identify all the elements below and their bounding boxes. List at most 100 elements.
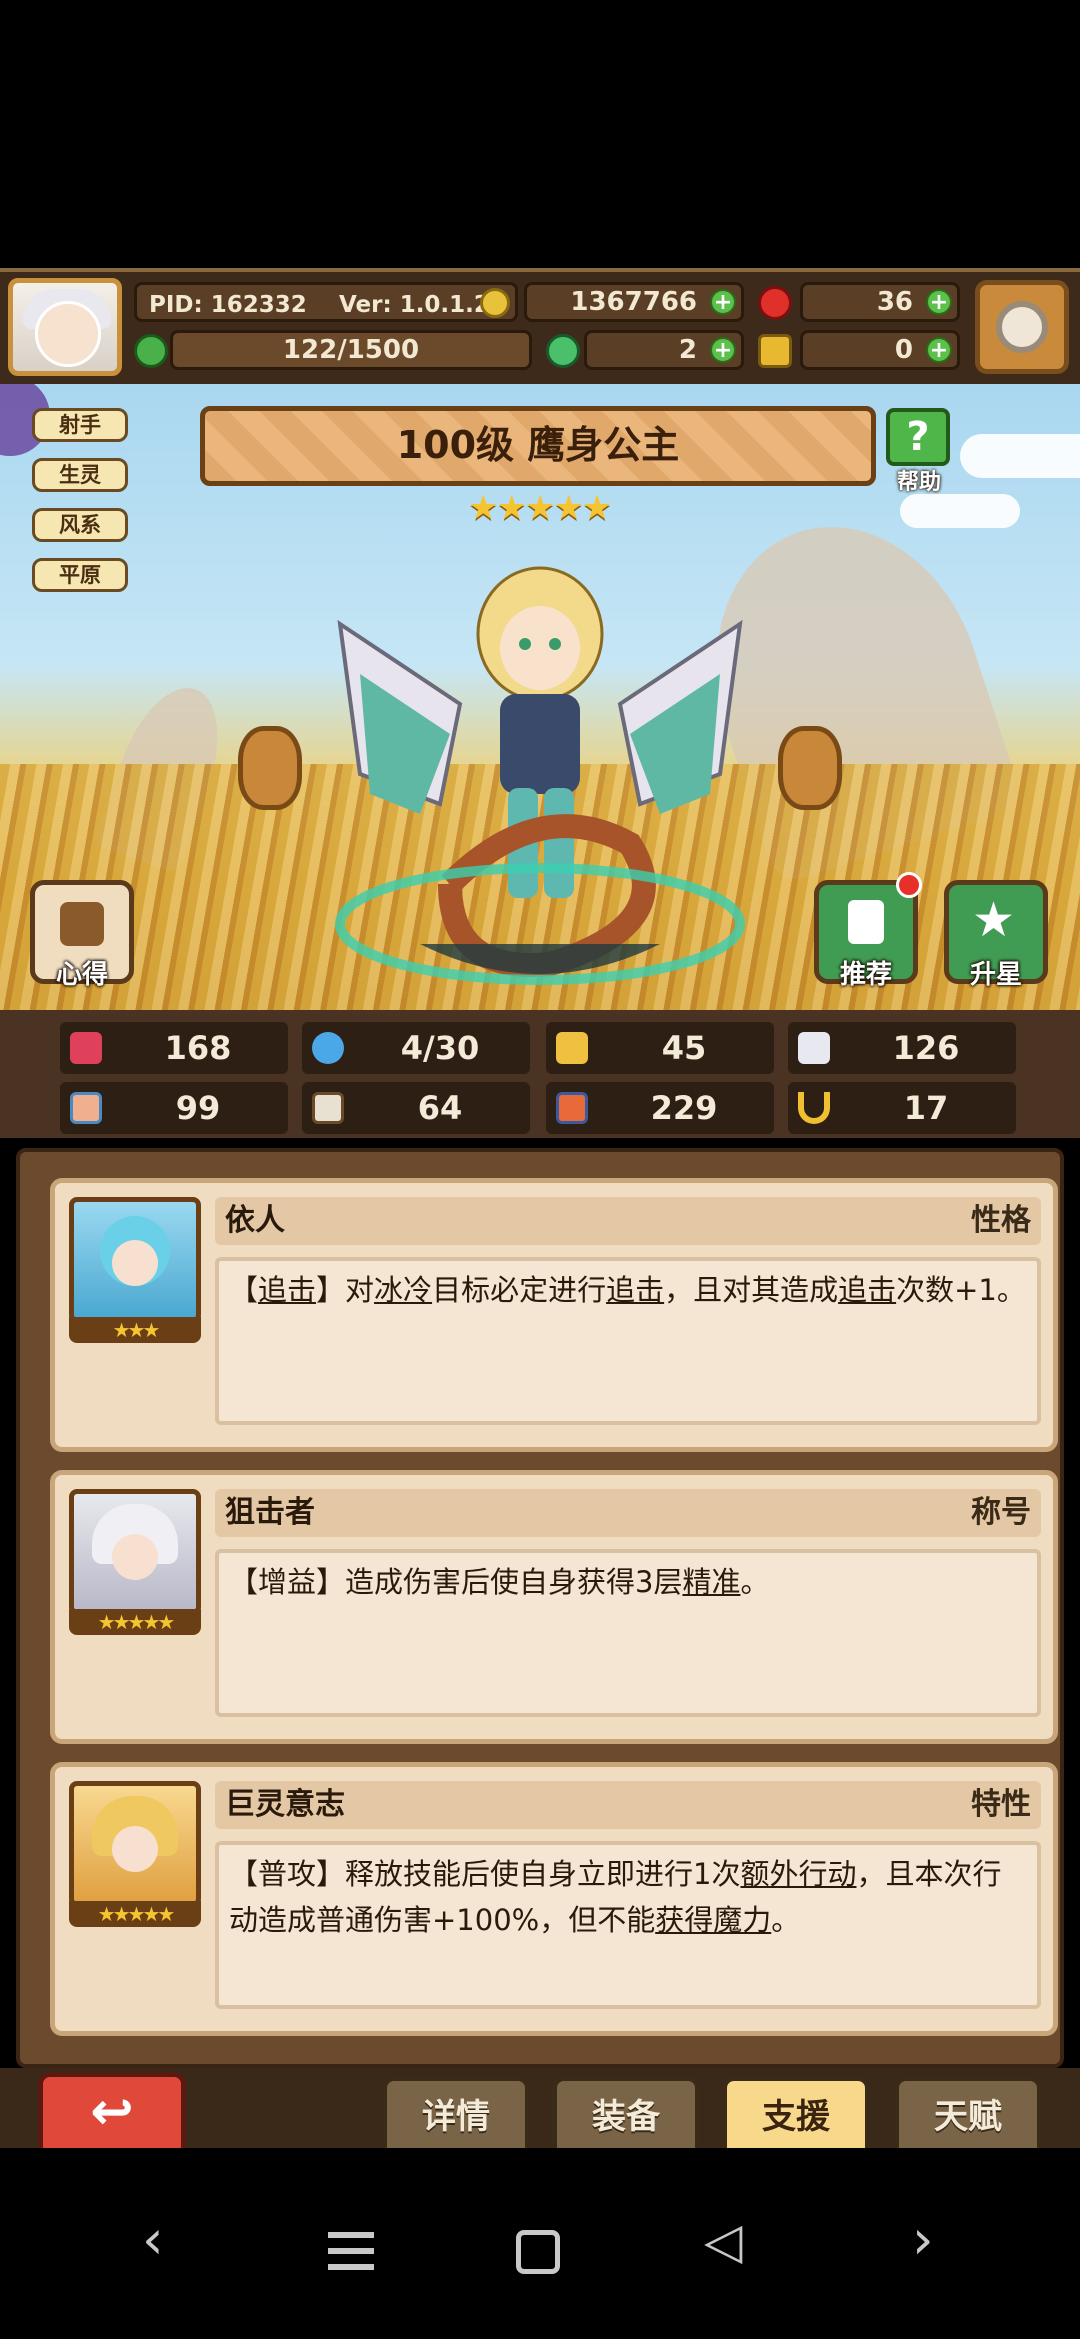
support-portrait (69, 1781, 201, 1907)
heart-icon (70, 1032, 102, 1064)
version-label: Ver: 1.0.1.2 (339, 292, 490, 318)
recommend-label: 推荐 (839, 960, 892, 990)
stamina-icon (134, 334, 168, 368)
player-avatar[interactable] (8, 278, 122, 376)
red-gem-icon (758, 286, 792, 320)
add-clover-button[interactable]: + (710, 337, 736, 363)
stats-grid: 168 4/30 45 126 99 64 229 17 (0, 1010, 1080, 1138)
card-name: 巨灵意志 (225, 1787, 345, 1822)
player-id: PID: 162332 (149, 292, 307, 318)
wing-icon (798, 1032, 830, 1064)
add-gold-button[interactable]: + (710, 289, 736, 315)
star-icon: ★ (972, 892, 1016, 948)
home-icon[interactable] (516, 2230, 560, 2274)
keyword-link[interactable]: 冰冷 (374, 1273, 432, 1307)
nav-prev-icon[interactable]: ‹ (142, 2208, 164, 2271)
tag-terrain: 平原 (32, 558, 128, 592)
right-arrow-crest-icon[interactable] (778, 726, 842, 810)
card-name: 依人 (225, 1203, 285, 1238)
support-card[interactable]: ★★★★★ 狙击者 称号 【增益】造成伤害后使自身获得3层精准。 (50, 1470, 1058, 1744)
system-nav-bar: ‹ ◁ › (0, 2148, 1080, 2339)
description-text: 【普攻】释放技能后使自身立即进行1次 (229, 1857, 741, 1891)
left-arrow-crest-icon[interactable] (238, 726, 302, 810)
support-card[interactable]: ★★★★★ 巨灵意志 特性 【普攻】释放技能后使自身立即进行1次额外行动，且本次… (50, 1762, 1058, 2036)
help-label: 帮助 (896, 470, 941, 495)
settings-gear-icon[interactable] (975, 280, 1069, 374)
keyword-link[interactable]: 追击 (606, 1273, 664, 1307)
star-up-label: 升星 (969, 960, 1022, 990)
support-card[interactable]: ★★★ 依人 性格 【追击】对冰冷目标必定进行追击，且对其造成追击次数+1。 (50, 1178, 1058, 1452)
add-gem-button[interactable]: + (926, 289, 952, 315)
magic-book-icon (556, 1092, 588, 1124)
gold-amount: 1367766 (570, 287, 697, 317)
stat-mana: 4/30 (302, 1022, 530, 1074)
gem-amount: 36 (876, 287, 913, 317)
clover-icon (546, 334, 580, 368)
help-button[interactable]: ? 帮助 (880, 408, 958, 495)
thumbs-up-icon (848, 900, 884, 944)
stat-defense: 45 (546, 1022, 774, 1074)
keyword-link[interactable]: 获得魔力 (655, 1903, 771, 1937)
water-drop-icon (312, 1032, 344, 1064)
stat-speed: 126 (788, 1022, 1016, 1074)
card-name: 狙击者 (225, 1495, 315, 1530)
gold-coin-icon (480, 288, 510, 318)
keyword-link[interactable]: 精准 (682, 1565, 740, 1599)
tag-element: 风系 (32, 508, 128, 542)
support-portrait (69, 1197, 201, 1323)
card-type: 性格 (971, 1203, 1031, 1238)
recommend-button[interactable]: 推荐 (814, 872, 922, 990)
notification-dot (896, 872, 922, 898)
notes-button[interactable]: 心得 (30, 880, 134, 990)
keyword-link[interactable]: 额外行动 (740, 1857, 856, 1891)
support-stars: ★★★ (69, 1317, 201, 1343)
menu-icon[interactable] (328, 2232, 374, 2238)
hero-star-rating: ★★★★★ (468, 488, 612, 528)
stat-hp: 168 (60, 1022, 288, 1074)
description-text: 【增益】造成伤害后使自身获得3层 (229, 1565, 683, 1599)
hero-sprite (335, 566, 745, 985)
card-description: 【追击】对冰冷目标必定进行追击，且对其造成追击次数+1。 (215, 1257, 1041, 1425)
stat-magic: 229 (546, 1082, 774, 1134)
card-type: 特性 (971, 1787, 1031, 1822)
key-icon (758, 334, 792, 368)
description-text: 次数+1。 (896, 1273, 1026, 1307)
back-button[interactable]: ↩ (38, 2072, 186, 2158)
key-amount: 0 (894, 335, 913, 365)
keyword-link[interactable]: 追击 (258, 1273, 316, 1307)
star-up-button[interactable]: ★ 升星 (944, 880, 1048, 990)
hero-title: 100级 鹰身公主 (200, 406, 876, 486)
description-text: 。 (740, 1565, 770, 1599)
question-icon: ? (886, 408, 950, 466)
hero-scene: 射手 生灵 风系 平原 100级 鹰身公主 ? 帮助 ★★★★★ 心得 推荐 ★… (0, 384, 1080, 1010)
card-description: 【增益】造成伤害后使自身获得3层精准。 (215, 1549, 1041, 1717)
back-triangle-icon[interactable]: ◁ (704, 2212, 742, 2270)
stat-luck: 17 (788, 1082, 1016, 1134)
description-text: 。 (771, 1903, 801, 1937)
support-panel: ★★★ 依人 性格 【追击】对冰冷目标必定进行追击，且对其造成追击次数+1。 ★… (16, 1148, 1064, 2068)
description-text: ，且对其造成 (664, 1273, 839, 1307)
shield-icon (556, 1032, 588, 1064)
stamina-bar: 122/1500 (170, 330, 532, 370)
notes-icon (60, 902, 104, 946)
notes-label: 心得 (55, 960, 108, 990)
stat-intelligence: 64 (302, 1082, 530, 1134)
tag-race: 生灵 (32, 458, 128, 492)
clover-amount: 2 (678, 335, 697, 365)
add-key-button[interactable]: + (926, 337, 952, 363)
card-header: 依人 性格 (215, 1197, 1041, 1245)
card-type: 称号 (971, 1495, 1031, 1530)
top-hud: PID: 162332 Ver: 1.0.1.2 1367766 + 36 + … (0, 268, 1080, 388)
card-header: 巨灵意志 特性 (215, 1781, 1041, 1829)
stat-attack: 99 (60, 1082, 288, 1134)
fist-icon (70, 1092, 102, 1124)
support-stars: ★★★★★ (69, 1609, 201, 1635)
description-text: 】对 (316, 1273, 375, 1307)
nav-next-icon[interactable]: › (912, 2208, 934, 2271)
card-description: 【普攻】释放技能后使自身立即进行1次额外行动，且本次行动造成普通伤害+100%，… (215, 1841, 1041, 2009)
keyword-link[interactable]: 追击 (838, 1273, 896, 1307)
card-header: 狙击者 称号 (215, 1489, 1041, 1537)
book-icon (312, 1092, 344, 1124)
stamina-value: 122/1500 (282, 335, 420, 365)
support-portrait (69, 1489, 201, 1615)
